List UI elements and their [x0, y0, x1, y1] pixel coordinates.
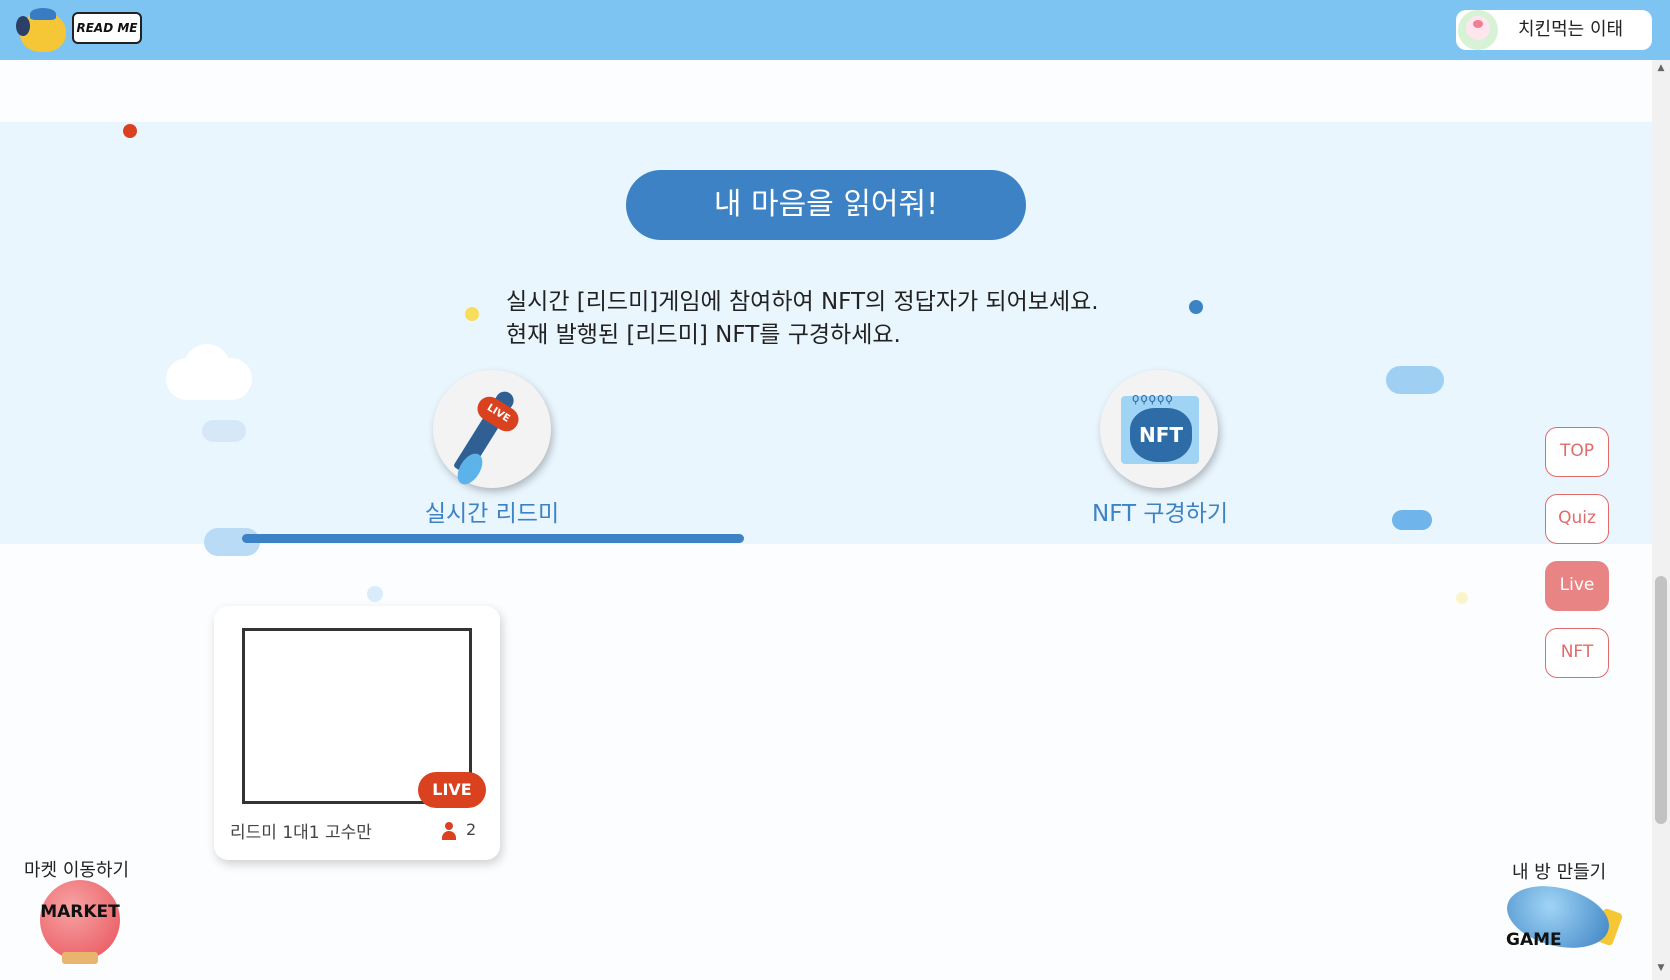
balloon-basket-icon [62, 952, 98, 964]
decor-dot-lightblue [367, 586, 383, 602]
section-description: 실시간 [리드미]게임에 참여하여 NFT의 정답자가 되어보세요. 현재 발행… [506, 286, 1099, 352]
user-name: 치킨먹는 이태 [1518, 19, 1624, 40]
active-tab-underline [242, 534, 744, 543]
section-title-button[interactable]: 내 마음을 읽어줘! [626, 170, 1026, 240]
participant-count: 2 [466, 820, 477, 839]
market-balloon-text: MARKET [40, 902, 120, 922]
nft-cat-icon: NFT [1130, 408, 1192, 462]
decor-dot-cream [1456, 592, 1468, 604]
scrollbar-track[interactable] [1652, 60, 1670, 980]
cloud-icon [1386, 366, 1444, 394]
decor-dot-yellow [465, 307, 479, 321]
side-nav-nft[interactable]: NFT [1545, 628, 1609, 678]
readme-logo[interactable]: READ ME [16, 8, 144, 52]
scroll-up-arrow-icon[interactable]: ▲ [1655, 62, 1667, 74]
room-title: 리드미 1대1 고수만 [230, 823, 372, 843]
top-header [0, 0, 1670, 60]
side-nav-top[interactable]: TOP [1545, 427, 1609, 477]
tab-nft[interactable]: NFT 구경하기 [1075, 494, 1245, 528]
logo-text: READ ME [72, 12, 142, 44]
cloud-icon [202, 420, 246, 442]
scrollbar-thumb[interactable] [1655, 576, 1667, 824]
decor-dot-blue [1189, 300, 1203, 314]
scroll-down-arrow-icon[interactable]: ▼ [1655, 962, 1667, 974]
game-blimp-text: GAME [1506, 930, 1562, 950]
decor-dot-red [123, 124, 137, 138]
dog-mascot-icon [16, 8, 66, 52]
side-nav-live[interactable]: Live [1545, 561, 1609, 611]
tab-live[interactable]: 실시간 리드미 [412, 494, 572, 528]
market-link-label[interactable]: 마켓 이동하기 [24, 856, 129, 882]
cloud-icon [184, 344, 230, 390]
create-room-label[interactable]: 내 방 만들기 [1512, 858, 1606, 884]
person-icon [441, 822, 457, 840]
live-badge: LIVE [418, 772, 486, 808]
user-profile-button[interactable]: 치킨먹는 이태 [1456, 10, 1652, 50]
description-line: 현재 발행된 [리드미] NFT를 구경하세요. [506, 322, 901, 348]
cloud-icon [1392, 510, 1432, 530]
pig-avatar-icon [1458, 10, 1498, 50]
description-line: 실시간 [리드미]게임에 참여하여 NFT의 정답자가 되어보세요. [506, 289, 1099, 315]
side-nav-quiz[interactable]: Quiz [1545, 494, 1609, 544]
notepad-rings-icon: ϙϙϙϙϙ [1132, 391, 1174, 405]
